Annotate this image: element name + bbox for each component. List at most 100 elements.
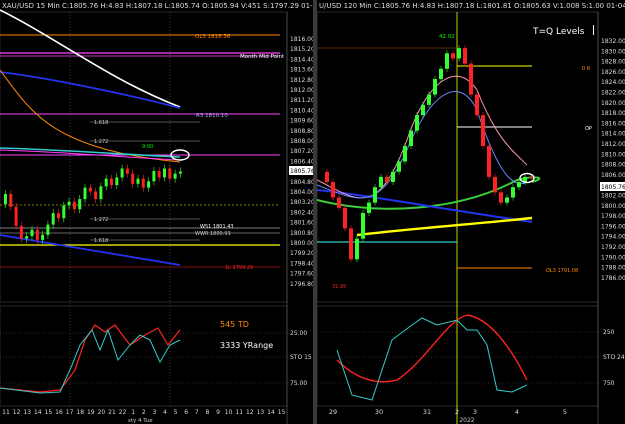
right-candle-body [493, 176, 497, 193]
left-time-tick: 3 [152, 409, 156, 416]
right-chart-panel[interactable]: U/USD 120 Min C:1805.76 H:4.83 H:1807.18… [317, 0, 625, 424]
right-price-tick: 1828.00 [601, 59, 625, 66]
left-time-tick: 22 [119, 409, 127, 416]
left-level-r3-label: R3 1810.10 [196, 113, 228, 119]
right-candle-body [517, 182, 521, 188]
left-candle-body [173, 173, 177, 179]
right-time-tick: 30 [375, 408, 383, 416]
left-candle-body [178, 171, 182, 174]
left-candle-body [14, 206, 18, 226]
left-time-tick: 12 [13, 409, 21, 416]
right-indicator-label: 250 [603, 329, 615, 336]
left-candle-body [57, 213, 60, 219]
right-title: T=Q Levels [532, 27, 585, 37]
right-time-tick: 2 [455, 408, 459, 416]
right-price-tick: 1820.00 [601, 100, 625, 107]
left-price-tick: 1797.60 [290, 271, 313, 278]
right-level-op-label: OP [585, 126, 592, 132]
right-candle-body [361, 212, 365, 239]
right-candle-body [403, 146, 407, 162]
left-level-ol3-label: OL3 1816.36 [195, 34, 231, 40]
right-indicator-label: 750 [603, 380, 615, 387]
right-candle-body [337, 197, 341, 208]
left-price-tick: 1809.60 [290, 118, 313, 125]
right-price-tick: 1790.00 [601, 254, 625, 261]
left-price-tick: 1808.00 [290, 138, 313, 145]
left-chart-panel[interactable]: XAU/USD 15 Min C:1805.76 H:4.83 H:1807.1… [0, 0, 313, 424]
left-price-tick: 1815.20 [290, 46, 313, 53]
left-time-tick: 12 [246, 409, 254, 416]
right-candle-body [331, 182, 335, 198]
left-time-tick: 21 [108, 409, 116, 416]
left-indicator-label: 75.00 [290, 380, 307, 387]
left-chart-canvas[interactable]: 1816.00 1815.20 1814.40 1813.60 1812.80 1812.… [0, 0, 313, 424]
left-price-tick: 1811.20 [290, 97, 313, 104]
left-indicator-label: 25.00 [290, 330, 307, 337]
left-price-tick: 1799.20 [290, 250, 313, 257]
right-candle-body [445, 53, 449, 69]
left-time-tick: 19 [87, 409, 95, 416]
right-level-low-label: 31.95 [332, 284, 346, 290]
right-candle-body [421, 104, 425, 116]
left-price-tick: 1804.00 [290, 189, 313, 196]
right-price-tick: 1830.00 [601, 48, 625, 55]
right-chart-canvas[interactable]: T=Q Levels 1832.00 1830.00 1828.00 1826.00 18… [317, 0, 625, 424]
right-candle-body [487, 146, 491, 177]
right-candle-body [349, 228, 353, 260]
right-price-tick: 1806.00 [601, 172, 625, 179]
right-price-tick: 1798.00 [601, 213, 625, 220]
right-price-tick: 1794.00 [601, 234, 625, 241]
left-candle-body [4, 194, 7, 205]
right-time-tick: 29 [329, 408, 337, 416]
left-month-mid-label: Month Mid Point [240, 54, 285, 60]
left-time-tick: 20 [98, 409, 106, 416]
right-candle-body [475, 94, 479, 116]
right-price-tick: 1808.00 [601, 162, 625, 169]
left-time-tick: 10 [225, 409, 233, 416]
right-candle-body [505, 197, 509, 203]
left-candle-body [9, 194, 13, 207]
left-time-tick: 14 [267, 409, 275, 416]
right-price-tick: 1800.00 [601, 203, 625, 210]
left-price-tick: 1803.20 [290, 199, 313, 206]
right-candle-body [499, 192, 503, 203]
right-candle-body [391, 171, 395, 183]
right-level-r1-label: 0 R [582, 66, 591, 72]
right-time-tick: 31 [423, 408, 431, 416]
left-candle-body [46, 224, 50, 235]
left-level-1l-label: 1L 1799.29 [225, 265, 253, 271]
right-candle-body [379, 176, 383, 188]
left-time-label: 9:00 [142, 144, 153, 150]
left-candle-body [88, 187, 92, 192]
left-price-tick: 1812.80 [290, 77, 313, 84]
right-title-cursor [593, 25, 594, 35]
left-price-tick: 1801.60 [290, 220, 313, 227]
left-candle-body [168, 168, 172, 179]
left-current-price-label: 1805.76 [290, 168, 313, 175]
left-candle-body [104, 178, 108, 187]
left-price-tick: 1800.80 [290, 230, 313, 237]
right-price-tick: 1810.00 [601, 151, 625, 158]
left-fib-1272b-label: 1.272 [94, 217, 108, 223]
right-current-price-label: 1805.76 [601, 184, 625, 191]
left-candle-body [30, 229, 34, 237]
right-candle-body [373, 187, 377, 203]
left-time-tick: 5 [174, 409, 178, 416]
right-price-tick: 1786.00 [601, 275, 625, 282]
right-candle-body [463, 48, 467, 64]
left-candle-body [99, 186, 103, 200]
right-price-tick: 1796.00 [601, 223, 625, 230]
left-td-label: 545 TD [220, 320, 249, 329]
left-time-tick: 17 [66, 409, 74, 416]
right-time-tick: 4 [515, 408, 519, 416]
left-candle-body [94, 191, 98, 200]
left-price-tick: 1804.80 [290, 179, 313, 186]
right-candle-body [409, 130, 413, 146]
left-candle-body [78, 199, 82, 210]
right-price-tick: 1802.00 [601, 193, 625, 200]
right-candle-body [385, 176, 389, 183]
left-level-wwr-label: WWR 1800.93 [195, 231, 231, 237]
right-price-tick: 1832.00 [601, 38, 625, 45]
right-candle-body [511, 187, 515, 198]
left-candle-body [131, 173, 135, 184]
